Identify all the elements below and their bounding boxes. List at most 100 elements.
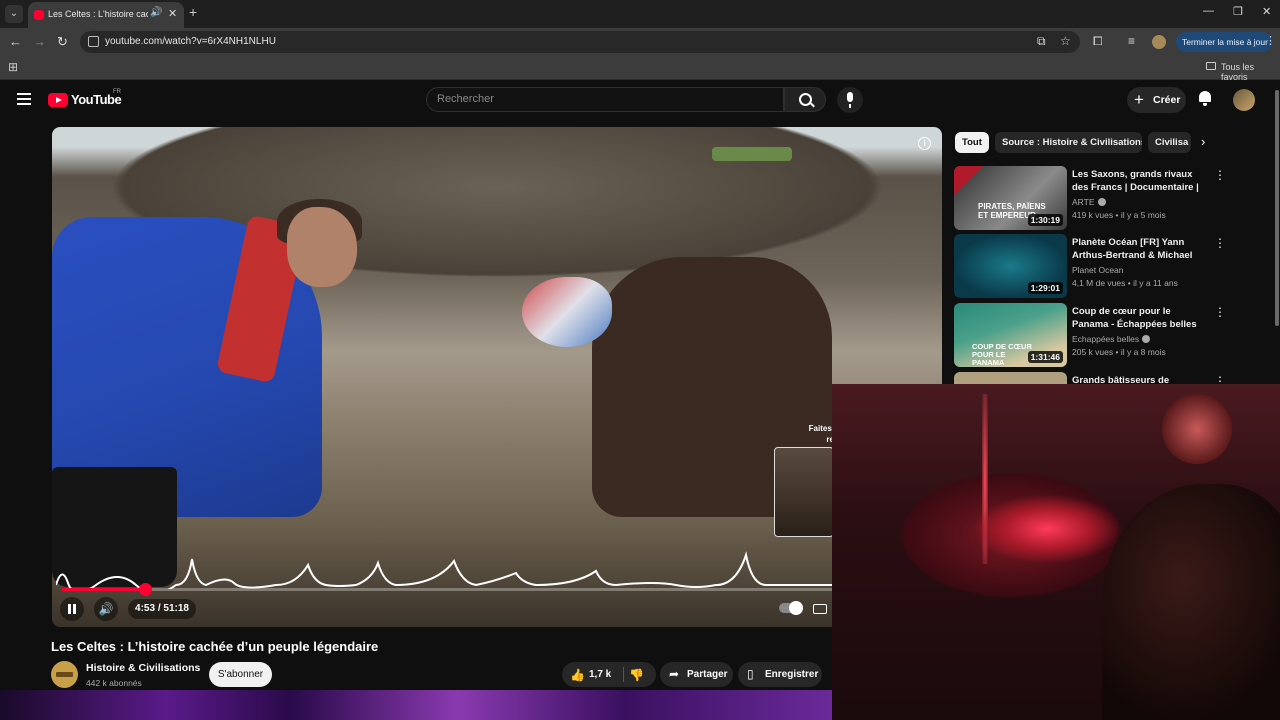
pause-icon[interactable] bbox=[60, 597, 84, 621]
create-button[interactable]: + Créer bbox=[1127, 87, 1186, 113]
back-icon[interactable]: ← bbox=[9, 34, 22, 49]
subtitles-icon[interactable] bbox=[813, 604, 827, 614]
dislike-icon[interactable]: 👎 bbox=[629, 668, 644, 682]
browser-tab-active[interactable]: Les Celtes : L'histoire cachée d'un peup… bbox=[28, 2, 184, 28]
volume-icon[interactable]: 🔊 bbox=[94, 597, 118, 621]
menu-icon[interactable] bbox=[17, 93, 31, 105]
page-scrollbar[interactable] bbox=[1275, 90, 1279, 326]
background-ambient-strip bbox=[0, 690, 832, 720]
recommendation-item[interactable]: PIRATES, PAÏENS ET EMPEREUR 1:30:19 Les … bbox=[954, 166, 1264, 230]
recommendation-thumbnail[interactable] bbox=[954, 372, 1067, 384]
scrubber-handle[interactable] bbox=[138, 583, 152, 596]
recommendation-channel[interactable]: Echappées belles bbox=[1072, 334, 1151, 344]
apps-grid-icon[interactable]: ⊞ bbox=[8, 60, 18, 74]
folder-icon bbox=[1206, 62, 1216, 70]
new-tab-icon[interactable]: + bbox=[189, 4, 197, 20]
video-title: Les Celtes : L’histoire cachée d’un peup… bbox=[51, 639, 379, 654]
maximize-icon[interactable]: ❐ bbox=[1233, 5, 1243, 18]
browser-menu-icon[interactable]: ⋮ bbox=[1265, 34, 1276, 47]
video-player[interactable]: i Faites gli... rech... 🔊 4:53 / 51:18 bbox=[52, 127, 942, 627]
search-box bbox=[426, 87, 784, 112]
save-button[interactable]: ▯ Enregistrer bbox=[738, 662, 822, 687]
video-duration: 1:31:46 bbox=[1027, 351, 1063, 363]
channel-avatar[interactable] bbox=[51, 661, 78, 688]
recommendation-thumbnail[interactable]: PIRATES, PAÏENS ET EMPEREUR 1:30:19 bbox=[954, 166, 1067, 230]
search-input[interactable] bbox=[437, 93, 767, 105]
youtube-logo-icon[interactable] bbox=[48, 93, 68, 107]
browser-toolbar: ← → ↻ youtube.com/watch?v=6rX4NH1NLHU ⧉ … bbox=[0, 28, 1280, 56]
like-count[interactable]: 1,7 k bbox=[589, 669, 611, 680]
share-icon: ➦ bbox=[669, 667, 680, 681]
recommendation-title[interactable]: Les Saxons, grands rivaux des Francs | D… bbox=[1072, 168, 1202, 194]
chip-civilisations[interactable]: Civilisa bbox=[1148, 132, 1191, 153]
minimize-icon[interactable]: — bbox=[1203, 5, 1214, 17]
share-button[interactable]: ➦ Partager bbox=[660, 662, 733, 687]
more-options-icon[interactable]: ⋮ bbox=[1214, 305, 1226, 319]
recommendation-channel[interactable]: Planet Ocean bbox=[1072, 265, 1124, 275]
chip-all[interactable]: Tout bbox=[955, 132, 989, 153]
url-text: youtube.com/watch?v=6rX4NH1NLHU bbox=[105, 36, 276, 47]
recommendation-item[interactable]: Grands bâtisseurs de France : ⋮ bbox=[954, 372, 1264, 384]
more-options-icon[interactable]: ⋮ bbox=[1214, 374, 1226, 384]
bookmark-star-icon[interactable]: ☆ bbox=[1060, 34, 1071, 48]
more-options-icon[interactable]: ⋮ bbox=[1214, 236, 1226, 250]
recommendation-meta: 4,1 M de vues • il y a 11 ans bbox=[1072, 278, 1178, 288]
like-divider bbox=[623, 667, 624, 682]
site-info-icon[interactable] bbox=[88, 36, 99, 47]
recommendation-title[interactable]: Grands bâtisseurs de France : bbox=[1072, 374, 1202, 384]
recommendation-title[interactable]: Planète Océan [FR] Yann Arthus-Bertrand … bbox=[1072, 236, 1202, 262]
view-count: 205 k vues bbox=[1072, 347, 1114, 357]
recommendation-meta: 419 k vues • il y a 5 mois bbox=[1072, 210, 1166, 220]
subscribe-button[interactable]: S'abonner bbox=[209, 662, 272, 687]
channel-label: Echappées belles bbox=[1072, 334, 1140, 344]
chevron-right-icon[interactable]: › bbox=[1201, 134, 1205, 149]
video-duration: 1:30:19 bbox=[1027, 214, 1063, 226]
save-label: Enregistrer bbox=[765, 669, 819, 680]
recommendation-title[interactable]: Coup de cœur pour le Panama - Échappées … bbox=[1072, 305, 1202, 331]
youtube-favicon-icon bbox=[34, 10, 44, 20]
extensions-icon[interactable]: ⧠ bbox=[1093, 34, 1103, 49]
region-code: FR bbox=[113, 89, 121, 95]
close-window-icon[interactable]: ✕ bbox=[1262, 5, 1271, 18]
reload-icon[interactable]: ↻ bbox=[57, 34, 68, 50]
webcam-overlay bbox=[832, 384, 1280, 720]
thumbnail-caption: COUP DE CŒUR POUR LE PANAMA bbox=[972, 342, 1032, 367]
upload-age: il y a 11 ans bbox=[1133, 278, 1178, 288]
close-tab-icon[interactable]: ✕ bbox=[168, 7, 177, 20]
chip-source[interactable]: Source : Histoire & Civilisations bbox=[995, 132, 1142, 153]
autoplay-toggle[interactable] bbox=[779, 601, 803, 615]
update-button[interactable]: Terminer la mise à jour bbox=[1176, 32, 1272, 52]
reading-list-icon[interactable]: ≡ bbox=[1128, 34, 1135, 48]
forward-icon[interactable]: → bbox=[33, 34, 46, 49]
subscriber-count: 442 k abonnés bbox=[86, 678, 142, 688]
audio-waveform bbox=[56, 551, 836, 589]
recommendation-thumbnail[interactable]: 1:29:01 bbox=[954, 234, 1067, 298]
account-avatar[interactable] bbox=[1233, 89, 1255, 111]
youtube-header: YouTube FR + Créer bbox=[0, 81, 1280, 119]
notifications-bell-icon[interactable] bbox=[1198, 91, 1212, 106]
all-bookmarks-link[interactable]: Tous les favoris bbox=[1221, 62, 1280, 82]
upload-age: il y a 5 mois bbox=[1120, 210, 1166, 220]
webcam-person bbox=[1102, 484, 1280, 720]
tab-search-icon[interactable]: ⌄ bbox=[5, 5, 23, 23]
recommendation-channel[interactable]: ARTE bbox=[1072, 197, 1106, 207]
like-icon[interactable]: 👍 bbox=[570, 668, 585, 682]
recommendation-item[interactable]: 1:29:01 Planète Océan [FR] Yann Arthus-B… bbox=[954, 234, 1264, 298]
more-options-icon[interactable]: ⋮ bbox=[1214, 168, 1226, 182]
audio-playing-icon[interactable]: 🔊 bbox=[150, 7, 162, 18]
recommendation-item[interactable]: COUP DE CŒUR POUR LE PANAMA 1:31:46 Coup… bbox=[954, 303, 1264, 367]
recommendation-meta: 205 k vues • il y a 8 mois bbox=[1072, 347, 1166, 357]
microphone-icon[interactable] bbox=[837, 87, 863, 113]
upload-age: il y a 8 mois bbox=[1120, 347, 1166, 357]
info-icon[interactable]: i bbox=[918, 137, 931, 150]
install-app-icon[interactable]: ⧉ bbox=[1037, 34, 1046, 49]
address-bar[interactable]: youtube.com/watch?v=6rX4NH1NLHU ⧉ ☆ bbox=[80, 31, 1080, 53]
view-count: 4,1 M de vues bbox=[1072, 278, 1126, 288]
profile-avatar-icon[interactable] bbox=[1152, 35, 1166, 49]
miniplayer-preview[interactable] bbox=[774, 447, 834, 537]
video-person-face bbox=[287, 207, 357, 287]
recommendation-thumbnail[interactable]: COUP DE CŒUR POUR LE PANAMA 1:31:46 bbox=[954, 303, 1067, 367]
channel-name[interactable]: Histoire & Civilisations bbox=[86, 662, 200, 674]
progress-bar[interactable] bbox=[62, 583, 932, 596]
search-icon[interactable] bbox=[784, 87, 826, 112]
